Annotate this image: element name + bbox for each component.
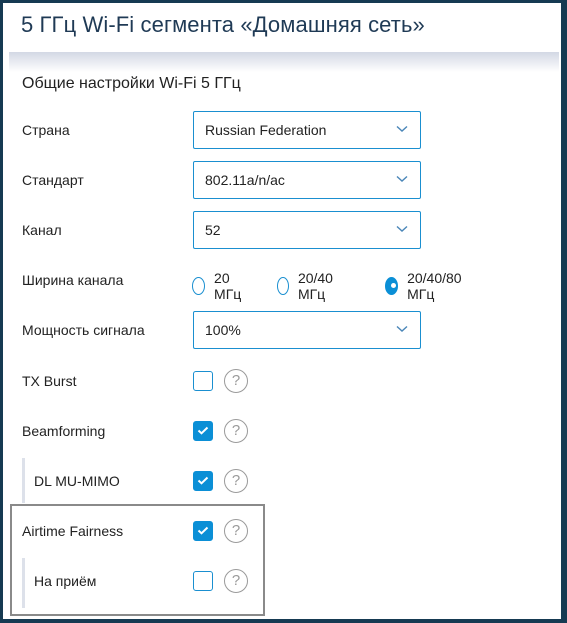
- country-value: Russian Federation: [205, 122, 327, 138]
- radio-20mhz[interactable]: 20 МГц: [192, 270, 246, 302]
- chevron-down-icon: [396, 125, 408, 132]
- checkmark-icon: [197, 426, 209, 435]
- tx-burst-label: TX Burst: [22, 373, 77, 389]
- beamforming-checkbox[interactable]: [193, 421, 213, 441]
- chevron-down-icon: [396, 175, 408, 182]
- channel-select[interactable]: 52: [193, 211, 421, 249]
- beamforming-label: Beamforming: [22, 423, 106, 439]
- standard-label: Стандарт: [22, 172, 84, 188]
- standard-value: 802.11a/n/ac: [205, 172, 285, 188]
- radio-20-40mhz[interactable]: 20/40 МГц: [277, 270, 339, 302]
- highlight-box: [10, 504, 265, 616]
- channel-value: 52: [205, 222, 221, 238]
- airtime-fairness-label: Airtime Fairness: [22, 523, 124, 539]
- help-icon[interactable]: ?: [224, 419, 248, 443]
- channel-label: Канал: [22, 222, 62, 238]
- help-icon[interactable]: ?: [224, 369, 248, 393]
- radio-circle-selected[interactable]: [385, 277, 399, 295]
- checkmark-icon: [197, 526, 209, 535]
- header-shadow: [9, 52, 559, 72]
- tx-burst-checkbox[interactable]: [193, 371, 213, 391]
- country-label: Страна: [22, 122, 70, 138]
- radio-label: 20/40 МГц: [297, 270, 333, 302]
- airtime-fairness-checkbox[interactable]: [193, 521, 213, 541]
- radio-20-40-80mhz[interactable]: 20/40/80 МГц: [385, 270, 467, 302]
- chevron-down-icon: [396, 225, 408, 232]
- power-label: Мощность сигнала: [22, 322, 145, 338]
- help-icon[interactable]: ?: [224, 469, 248, 493]
- bandwidth-label: Ширина канала: [22, 272, 124, 288]
- receive-label: На приём: [34, 573, 97, 589]
- page-title: 5 ГГц Wi-Fi сегмента «Домашняя сеть»: [21, 12, 425, 37]
- standard-select[interactable]: 802.11a/n/ac: [193, 161, 421, 199]
- sub-option-indent-line: [22, 458, 25, 503]
- radio-circle[interactable]: [277, 277, 289, 295]
- receive-checkbox[interactable]: [193, 571, 213, 591]
- power-value: 100%: [205, 322, 241, 338]
- settings-panel: 5 ГГц Wi-Fi сегмента «Домашняя сеть» Общ…: [3, 3, 561, 619]
- help-icon[interactable]: ?: [224, 519, 248, 543]
- section-title: Общие настройки Wi-Fi 5 ГГц: [22, 75, 241, 92]
- sub-option-indent-line: [22, 558, 25, 608]
- help-icon[interactable]: ?: [224, 569, 248, 593]
- radio-circle[interactable]: [192, 277, 206, 295]
- page-header: 5 ГГц Wi-Fi сегмента «Домашняя сеть»: [3, 3, 561, 51]
- dl-mu-mimo-checkbox[interactable]: [193, 471, 213, 491]
- dl-mu-mimo-label: DL MU-MIMO: [34, 473, 120, 489]
- radio-label: 20/40/80 МГц: [407, 270, 462, 302]
- chevron-down-icon: [396, 325, 408, 332]
- power-select[interactable]: 100%: [193, 311, 421, 349]
- country-select[interactable]: Russian Federation: [193, 111, 421, 149]
- radio-label: 20 МГц: [214, 270, 242, 302]
- checkmark-icon: [197, 476, 209, 485]
